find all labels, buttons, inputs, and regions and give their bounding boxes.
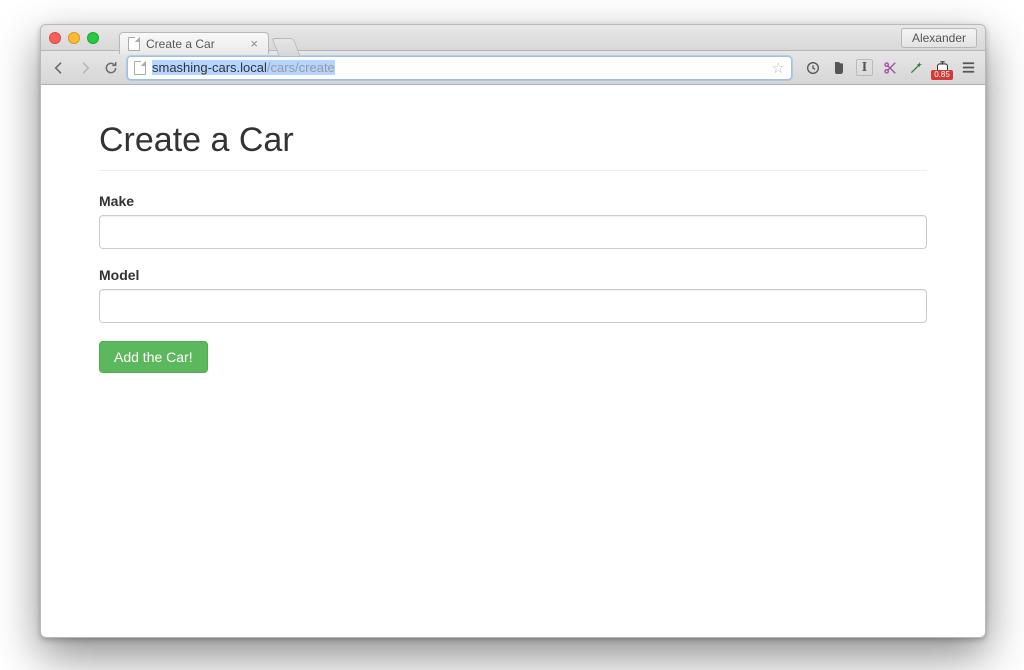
- make-input[interactable]: [99, 215, 927, 249]
- browser-menu-button[interactable]: [959, 59, 977, 77]
- browser-window: Create a Car × Alexander smashing-cars.l…: [40, 24, 986, 638]
- submit-button[interactable]: Add the Car!: [99, 341, 208, 373]
- make-label: Make: [99, 193, 927, 209]
- model-input[interactable]: [99, 289, 927, 323]
- address-bar[interactable]: smashing-cars.local/cars/create ☆: [127, 56, 792, 80]
- url-path: /cars/create: [267, 60, 335, 75]
- reload-button[interactable]: [101, 58, 121, 78]
- extension-evernote-icon[interactable]: [830, 59, 848, 77]
- extension-timer-icon[interactable]: 0.85: [933, 59, 951, 77]
- bookmark-star-icon[interactable]: ☆: [772, 59, 785, 77]
- extension-wand-icon[interactable]: [907, 59, 925, 77]
- zoom-window-button[interactable]: [87, 32, 99, 44]
- tab-title: Create a Car: [146, 37, 215, 51]
- minimize-window-button[interactable]: [68, 32, 80, 44]
- extension-instapaper-icon[interactable]: I: [856, 59, 873, 76]
- page-title: Create a Car: [99, 121, 927, 160]
- extension-timer-badge: 0.85: [931, 70, 953, 80]
- extension-scissors-icon[interactable]: [881, 59, 899, 77]
- back-button[interactable]: [49, 58, 69, 78]
- page-content: Create a Car Make Model Add the Car!: [41, 85, 985, 409]
- extension-clock-icon[interactable]: [804, 59, 822, 77]
- extension-icons: I 0.85: [804, 59, 977, 77]
- profile-button[interactable]: Alexander: [901, 28, 977, 48]
- browser-tab[interactable]: Create a Car ×: [119, 32, 269, 54]
- form-group-model: Model: [99, 267, 927, 323]
- window-controls: [49, 32, 99, 44]
- page-favicon-icon: [128, 37, 140, 51]
- close-window-button[interactable]: [49, 32, 61, 44]
- heading-divider: [99, 170, 927, 171]
- profile-label: Alexander: [912, 31, 966, 45]
- model-label: Model: [99, 267, 927, 283]
- forward-button[interactable]: [75, 58, 95, 78]
- url-text: smashing-cars.local/cars/create: [152, 60, 766, 75]
- tab-close-button[interactable]: ×: [250, 37, 258, 50]
- tab-strip: Create a Car ×: [119, 25, 297, 50]
- browser-toolbar: smashing-cars.local/cars/create ☆ I 0.85: [41, 51, 985, 85]
- window-titlebar: Create a Car × Alexander: [41, 25, 985, 51]
- url-host: smashing-cars.local: [152, 60, 267, 75]
- page-icon: [134, 61, 146, 75]
- form-group-make: Make: [99, 193, 927, 249]
